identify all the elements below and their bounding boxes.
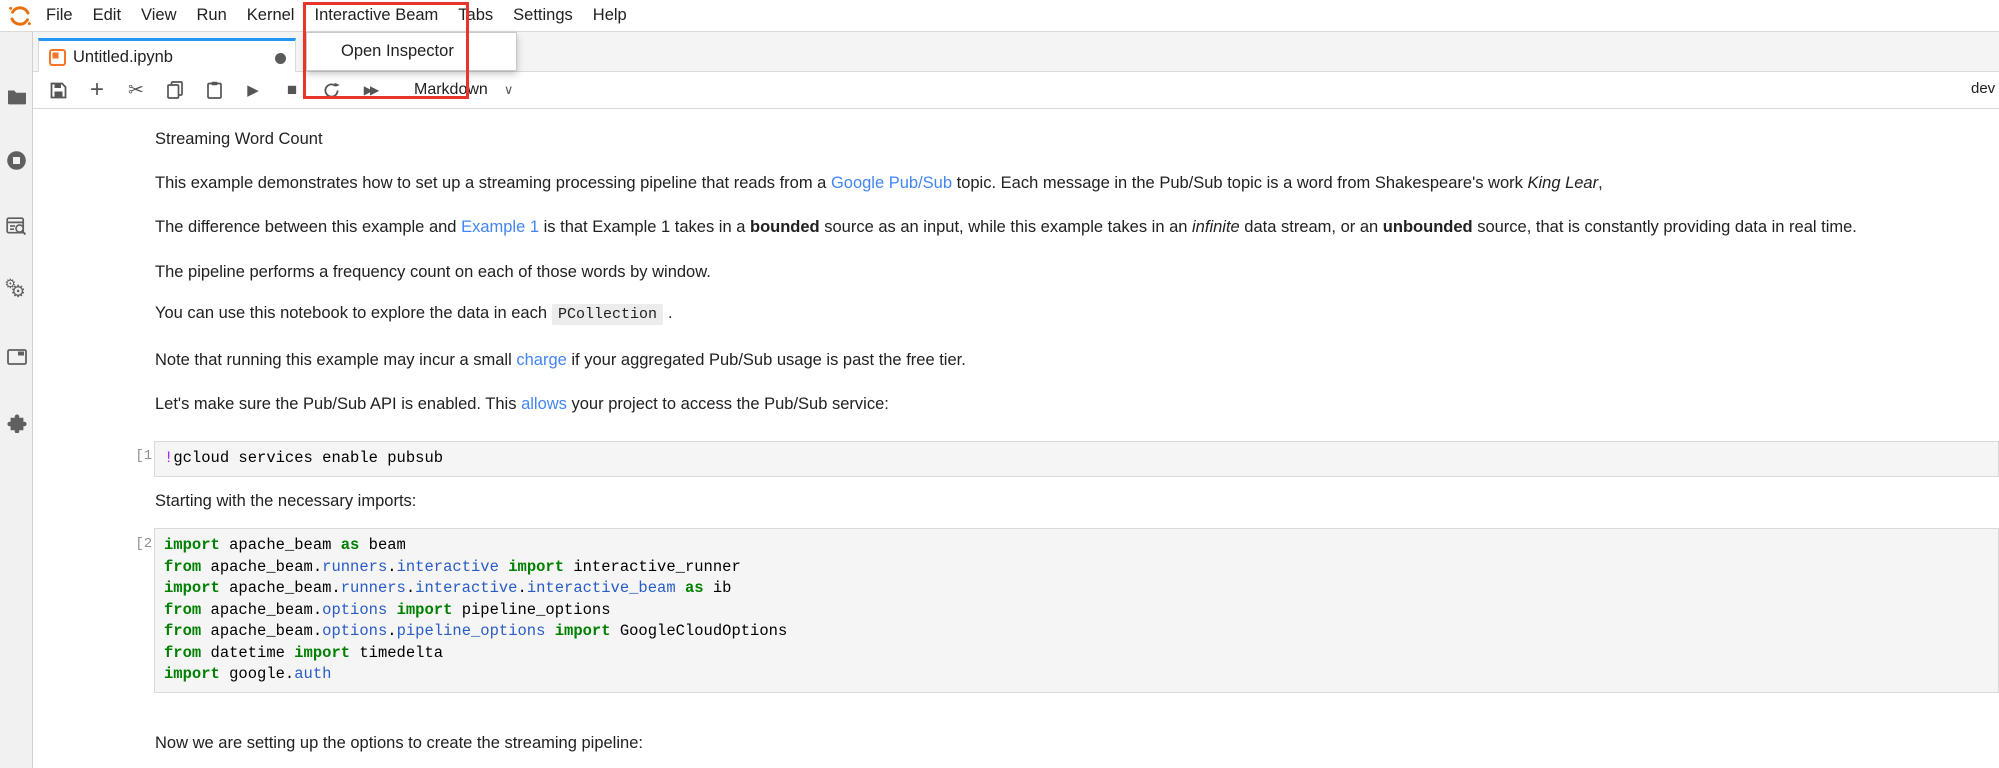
interrupt-icon[interactable]: ■ xyxy=(283,79,301,101)
chevron-down-icon[interactable]: ∨ xyxy=(504,82,514,98)
inspector-icon[interactable] xyxy=(0,214,33,238)
menu-kernel[interactable]: Kernel xyxy=(237,0,305,31)
menu-help[interactable]: Help xyxy=(583,0,637,31)
notebook-content: Streaming Word Count This example demons… xyxy=(34,109,1999,768)
markdown-paragraph: This example demonstrates how to set up … xyxy=(155,174,1603,193)
save-icon[interactable] xyxy=(49,79,67,101)
inline-link[interactable]: Example 1 xyxy=(461,218,539,236)
menu-settings[interactable]: Settings xyxy=(503,0,583,31)
markdown-paragraph: Starting with the necessary imports: xyxy=(155,492,416,511)
menu-run[interactable]: Run xyxy=(187,0,237,31)
extensions-icon[interactable] xyxy=(0,411,33,435)
markdown-paragraph: Now we are setting up the options to cre… xyxy=(155,734,643,753)
restart-run-all-icon[interactable]: ▶▶ xyxy=(361,79,379,101)
tab-untitled-ipynb[interactable]: Untitled.ipynb xyxy=(38,38,296,73)
menu-tabs[interactable]: Tabs xyxy=(448,0,503,31)
left-sidebar: ⚙⚙ xyxy=(0,32,33,768)
notebook-file-icon xyxy=(49,49,66,66)
menu-bar: File Edit View Run Kernel Interactive Be… xyxy=(0,0,1999,32)
menu-view[interactable]: View xyxy=(131,0,186,31)
kernel-name-label: dev xyxy=(1971,80,1997,97)
interactive-beam-menu-dropdown: Open Inspector xyxy=(306,32,517,71)
markdown-title: Streaming Word Count xyxy=(155,130,323,149)
restart-icon[interactable] xyxy=(322,79,340,101)
paste-icon[interactable] xyxy=(205,79,223,101)
markdown-paragraph: The pipeline performs a frequency count … xyxy=(155,263,711,282)
markdown-paragraph: You can use this notebook to explore the… xyxy=(155,304,673,323)
markdown-paragraph: Note that running this example may incur… xyxy=(155,351,966,370)
menu-item-open-inspector[interactable]: Open Inspector xyxy=(307,33,516,70)
notebook-toolbar: + ✂ ▶ ■ ▶▶ Markdown ∨ dev xyxy=(33,72,1999,109)
inline-link[interactable]: charge xyxy=(516,351,566,369)
running-kernels-icon[interactable] xyxy=(0,148,33,172)
menu-file[interactable]: File xyxy=(36,0,83,31)
app-logo-icon xyxy=(8,4,32,28)
markdown-paragraph: Let's make sure the Pub/Sub API is enabl… xyxy=(155,395,889,414)
tab-title: Untitled.ipynb xyxy=(73,48,173,67)
inline-link[interactable]: Google Pub/Sub xyxy=(831,174,952,192)
file-browser-icon[interactable] xyxy=(0,84,33,108)
open-tabs-icon[interactable] xyxy=(0,345,33,369)
insert-cell-icon[interactable]: + xyxy=(88,79,106,101)
unsaved-changes-indicator xyxy=(275,53,286,64)
menu-items: File Edit View Run Kernel Interactive Be… xyxy=(36,0,637,31)
copy-icon[interactable] xyxy=(166,79,184,101)
run-icon[interactable]: ▶ xyxy=(244,79,262,101)
code-cell-input[interactable]: !gcloud services enable pubsub xyxy=(154,441,1999,477)
menu-edit[interactable]: Edit xyxy=(83,0,131,31)
inline-link[interactable]: allows xyxy=(521,395,567,413)
code-cell-input[interactable]: import apache_beam as beamfrom apache_be… xyxy=(154,528,1999,693)
markdown-paragraph: The difference between this example and … xyxy=(155,218,1857,237)
cut-icon[interactable]: ✂ xyxy=(127,79,145,101)
cell-type-select[interactable]: Markdown xyxy=(414,81,488,99)
menu-interactive-beam[interactable]: Interactive Beam xyxy=(304,0,448,31)
property-inspector-icon[interactable]: ⚙⚙ xyxy=(0,281,33,305)
